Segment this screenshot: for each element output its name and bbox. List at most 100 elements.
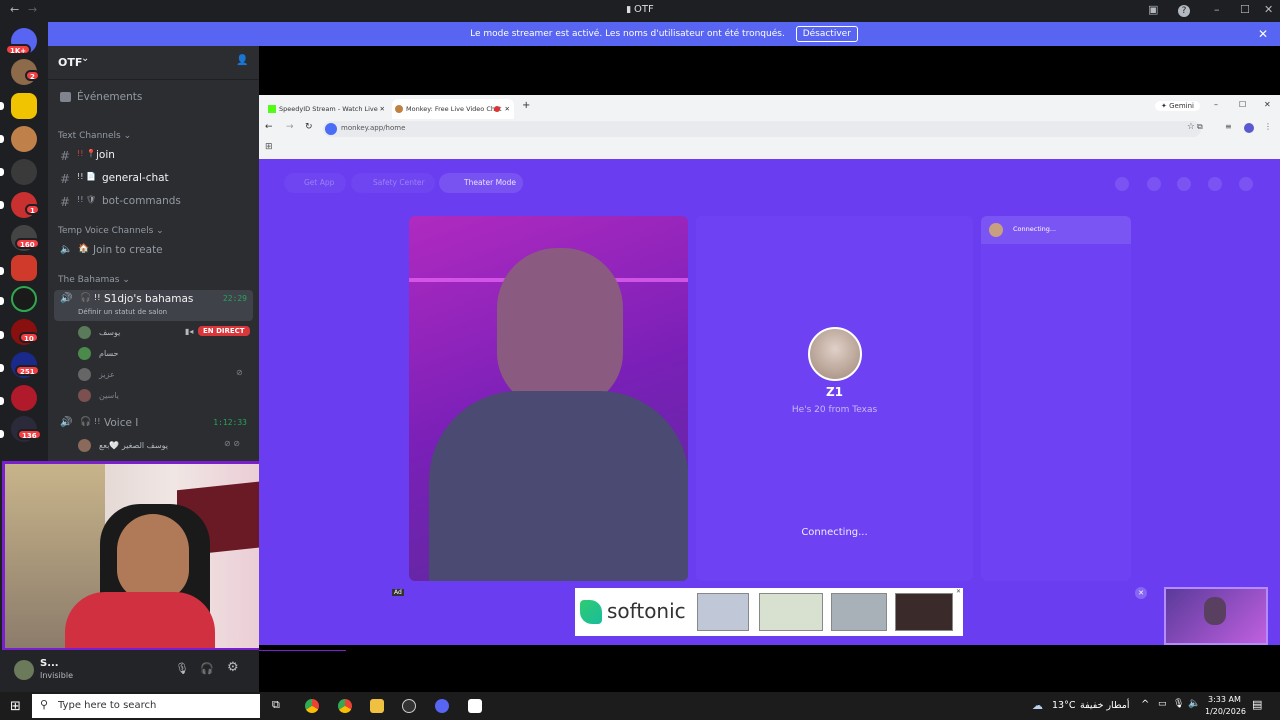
channel-name: Voice I — [104, 417, 139, 429]
gemini-button[interactable]: ✦ Gemini — [1155, 101, 1200, 111]
profile-icon[interactable] — [1239, 177, 1253, 191]
category-label: Temp Voice Channels — [58, 226, 154, 236]
minimize-button[interactable]: – — [1214, 100, 1218, 109]
site-info-icon[interactable] — [325, 123, 337, 135]
microphone-icon[interactable]: 🎙 — [175, 662, 189, 675]
channel-decor: !! 📄 — [77, 172, 96, 181]
chevron-down-icon: ⌄ — [81, 53, 90, 64]
ad-dismiss-icon[interactable]: ✕ — [1135, 587, 1147, 599]
channel-name: bot-commands — [102, 195, 181, 207]
profile-avatar[interactable] — [1244, 123, 1254, 133]
gemini-label: Gemini — [1169, 102, 1194, 110]
help-icon[interactable]: ? — [1178, 5, 1190, 17]
inbox-icon[interactable]: ▣ — [1148, 3, 1158, 16]
browser-tab-active[interactable]: Monkey: Free Live Video Chat ✕ — [392, 99, 514, 119]
theater-mode-button[interactable]: Theater Mode — [439, 173, 523, 193]
new-tab-button[interactable]: + — [522, 100, 530, 111]
invite-icon[interactable]: 👤 — [236, 55, 248, 66]
softonic-ad-banner[interactable]: softonic ✕ — [575, 588, 963, 636]
coins-icon[interactable] — [1147, 177, 1161, 191]
history-icon[interactable] — [1177, 177, 1191, 191]
settings-gear-icon[interactable]: ⚙ — [227, 660, 239, 675]
clock-date[interactable]: 1/20/2026 — [1205, 707, 1246, 716]
server-icon[interactable] — [11, 93, 37, 119]
voice-user[interactable]: ياسين — [78, 389, 119, 402]
bookmark-star-icon[interactable]: ☆ — [1187, 122, 1195, 132]
address-bar[interactable]: monkey.app/home ☆ — [323, 121, 1201, 137]
chrome-profile-icon[interactable] — [338, 699, 352, 713]
file-explorer-icon[interactable] — [370, 699, 384, 713]
direct-messages-icon[interactable]: 1K+ — [5, 28, 37, 55]
live-badge[interactable]: EN DIRECT — [198, 326, 250, 336]
extensions-icon[interactable]: ⧉ — [1197, 122, 1203, 132]
server-icon[interactable]: 160 — [11, 225, 40, 251]
minimize-button[interactable]: – — [1214, 3, 1220, 16]
category-the-bahamas[interactable]: The Bahamas ⌄ — [58, 275, 130, 285]
server-icon[interactable] — [11, 126, 37, 152]
channel-decor: !! 📍 — [77, 149, 96, 158]
network-icon[interactable]: ▭ — [1158, 699, 1167, 709]
server-icon[interactable]: 136 — [11, 416, 42, 442]
notifications-icon[interactable]: ▤ — [1252, 698, 1262, 711]
category-temp-voice[interactable]: Temp Voice Channels ⌄ — [58, 226, 164, 236]
browser-tab[interactable]: SpeedyID Stream - Watch Live ✕ — [265, 99, 389, 119]
server-icon[interactable]: 10 — [11, 319, 39, 345]
ad-close-icon[interactable]: ✕ — [956, 588, 961, 595]
avatar[interactable] — [14, 660, 34, 680]
voice-user[interactable]: عزيز — [78, 368, 115, 381]
tray-overflow-icon[interactable]: ^ — [1141, 699, 1149, 710]
media-icon[interactable]: ≡ — [1225, 122, 1232, 131]
voice-user[interactable]: يوسف الصغير 🤍بعع — [78, 439, 168, 452]
obs-icon[interactable] — [402, 699, 416, 713]
windows-start-icon[interactable]: ⊞ — [10, 699, 21, 714]
disable-streamer-mode-button[interactable]: Désactiver — [795, 25, 858, 42]
clock-time[interactable]: 3:33 AM — [1208, 695, 1241, 704]
reload-icon[interactable]: ↻ — [305, 122, 313, 132]
server-name: OTF — [58, 56, 83, 69]
close-button[interactable]: ✕ — [1264, 3, 1273, 16]
maximize-button[interactable]: ☐ — [1239, 100, 1246, 109]
server-icon[interactable] — [11, 385, 37, 411]
discord-icon[interactable] — [435, 699, 449, 713]
apps-grid-icon[interactable]: ⊞ — [265, 142, 273, 152]
server-header[interactable]: OTF ⌄ 👤 — [48, 46, 259, 80]
headset-icon[interactable]: 🎧 — [200, 662, 214, 675]
weather-temp[interactable]: 13°C — [1052, 700, 1075, 711]
chrome-icon[interactable] — [305, 699, 319, 713]
search-icon[interactable] — [1115, 177, 1129, 191]
voice-channel-bahamas[interactable]: 🔊 🎧 !! S1djo's bahamas 22:29 Définir un … — [54, 290, 253, 321]
server-icon[interactable] — [11, 286, 37, 312]
volume-icon[interactable]: 🔈 — [1188, 698, 1200, 709]
server-icon[interactable]: 1 — [11, 192, 40, 218]
chat-panel: Connecting... — [981, 216, 1131, 581]
microphone-icon[interactable]: 🎙 — [1173, 699, 1184, 709]
server-unread-pip — [0, 397, 4, 405]
back-icon[interactable]: ← — [265, 122, 273, 132]
taskbar-search[interactable]: ⚲ Type here to search — [32, 694, 260, 718]
forward-icon[interactable]: → — [286, 122, 294, 132]
close-button[interactable]: ✕ — [1264, 100, 1271, 109]
safety-center-button[interactable]: Safety Center — [351, 173, 435, 193]
voice-user-name: عزيز — [99, 370, 115, 379]
channel-status[interactable]: Définir un statut de salon — [78, 308, 167, 316]
tab-close-icon[interactable]: ✕ — [380, 99, 385, 119]
banner-close-icon[interactable]: ✕ — [1258, 22, 1268, 46]
task-view-icon[interactable]: ⧉ — [272, 698, 280, 712]
get-app-button[interactable]: Get App — [284, 173, 346, 193]
server-badge: 1K+ — [5, 44, 32, 55]
weather-text[interactable]: أمطار خفيفة — [1080, 700, 1129, 711]
voice-user[interactable]: يوسف — [78, 326, 120, 339]
chat-icon[interactable] — [1208, 177, 1222, 191]
maximize-button[interactable]: ☐ — [1240, 3, 1250, 16]
server-icon[interactable] — [11, 159, 37, 185]
voice-user[interactable]: حسام — [78, 347, 118, 360]
server-icon[interactable] — [11, 255, 37, 281]
server-icon[interactable]: 251 — [11, 352, 40, 378]
server-icon[interactable]: 2 — [11, 59, 40, 85]
notepad-icon[interactable] — [468, 699, 482, 713]
hash-icon: # — [60, 195, 71, 209]
menu-icon[interactable]: ⋮ — [1264, 122, 1272, 131]
mini-camera-preview[interactable] — [1164, 587, 1268, 645]
category-text-channels[interactable]: Text Channels ⌄ — [58, 131, 131, 141]
tab-close-icon[interactable]: ✕ — [505, 99, 510, 119]
